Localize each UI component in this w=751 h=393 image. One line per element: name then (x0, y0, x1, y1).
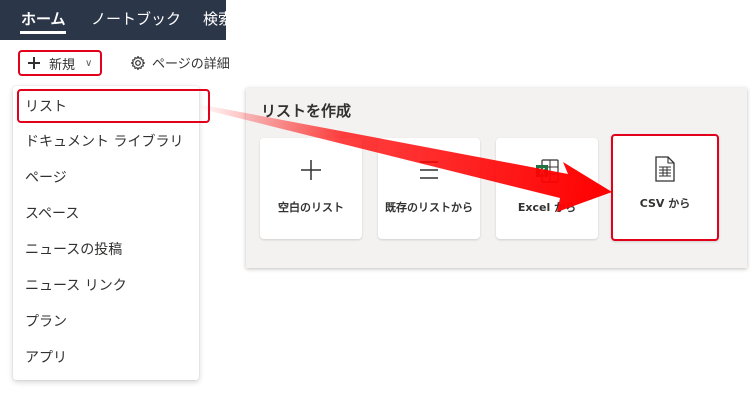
nav-home[interactable]: ホーム (21, 8, 66, 29)
gear-icon (130, 55, 146, 70)
csv-icon (655, 156, 675, 182)
create-list-panel: リストを作成 空白のリスト 既存のリストから X Excel から CSV から (246, 88, 747, 268)
menu-item-page[interactable]: ページ (13, 160, 199, 194)
from-existing-list-label: 既存のリストから (385, 201, 473, 214)
page-details-button[interactable]: ページの詳細 (130, 53, 230, 72)
blank-list-label: 空白のリスト (278, 201, 344, 214)
chevron-down-icon: ∨ (85, 57, 93, 69)
list-icon (420, 161, 438, 179)
from-existing-list-card[interactable]: 既存のリストから (378, 138, 480, 239)
nav-notebook[interactable]: ノートブック (91, 8, 181, 29)
excel-icon: X (536, 159, 559, 183)
menu-item-app[interactable]: アプリ (13, 340, 199, 374)
menu-item-list[interactable]: リスト (17, 89, 210, 123)
new-button-label: 新規 (49, 57, 76, 73)
plus-icon (28, 57, 40, 69)
nav-active-underline (20, 31, 66, 34)
nav-search[interactable]: 検索 (203, 8, 226, 29)
plus-icon (301, 160, 321, 180)
menu-item-news-post[interactable]: ニュースの投稿 (13, 232, 199, 266)
menu-item-news-link[interactable]: ニュース リンク (13, 268, 199, 302)
page-details-label: ページの詳細 (152, 57, 230, 72)
new-dropdown-menu: リスト ドキュメント ライブラリ ページ スペース ニュースの投稿 ニュース リ… (13, 86, 210, 380)
from-excel-card[interactable]: X Excel から (496, 138, 598, 239)
from-csv-card[interactable]: CSV から (611, 134, 719, 241)
create-list-title: リストを作成 (261, 102, 352, 120)
svg-text:X: X (539, 167, 546, 178)
from-csv-label: CSV から (639, 197, 691, 210)
menu-item-document-library[interactable]: ドキュメント ライブラリ (13, 124, 199, 158)
menu-item-plan[interactable]: プラン (13, 304, 199, 338)
new-button[interactable]: 新規 ∨ (18, 50, 102, 76)
top-navigation-bar: ホーム ノートブック 検索 (0, 0, 226, 40)
menu-item-space[interactable]: スペース (13, 196, 199, 230)
from-excel-label: Excel から (517, 201, 577, 214)
blank-list-card[interactable]: 空白のリスト (260, 138, 362, 239)
command-bar: 新規 ∨ ページの詳細 (0, 50, 240, 78)
